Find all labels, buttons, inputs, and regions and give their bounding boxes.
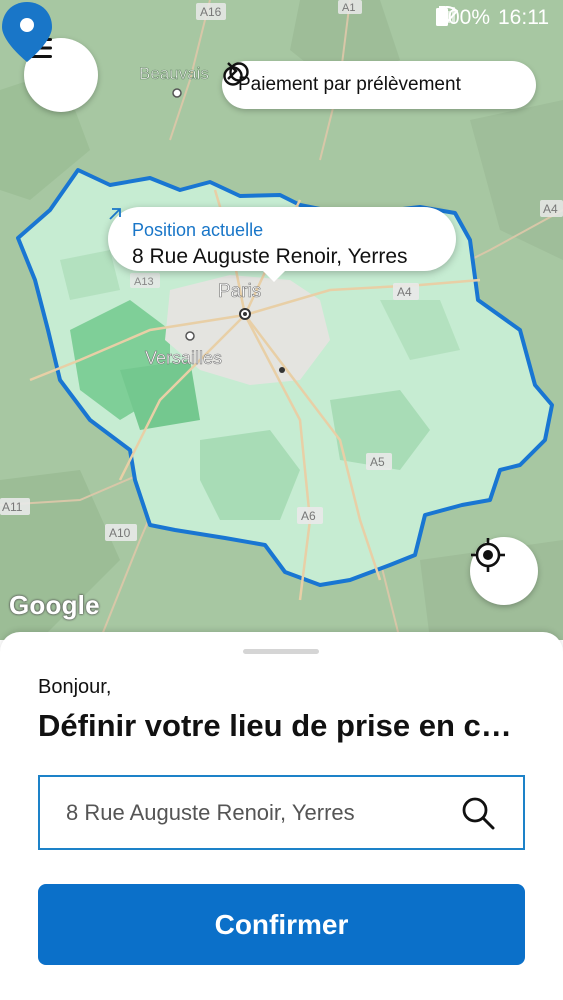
callout-tail <box>262 270 286 282</box>
page-title: Définir votre lieu de prise en charge <box>38 708 528 743</box>
city-label-beauvais: Beauvais <box>139 64 209 83</box>
road-shield-a6: A6 <box>297 507 323 524</box>
city-label-paris: Paris <box>218 281 261 302</box>
current-position-label: Position actuelle <box>109 208 456 241</box>
clock: 16:11 <box>498 6 549 29</box>
map-view[interactable]: Beauvais Paris Versailles A16 A1 A4 A4 A… <box>0 0 563 640</box>
svg-text:A4: A4 <box>543 202 558 216</box>
current-address: 8 Rue Auguste Renoir, Yerres <box>132 245 408 268</box>
status-bar: 100% 16:11 <box>0 0 563 38</box>
battery-icon <box>436 6 449 26</box>
sheet-drag-handle[interactable] <box>243 649 319 654</box>
address-search-field[interactable] <box>38 775 525 850</box>
svg-text:A10: A10 <box>109 526 131 540</box>
payment-method-button[interactable]: Paiement par prélèvement <box>222 61 536 109</box>
svg-text:A5: A5 <box>370 455 385 469</box>
svg-text:A11: A11 <box>2 500 23 514</box>
road-shield-a11: A11 <box>0 498 30 515</box>
city-label-versailles: Versailles <box>145 348 222 368</box>
search-icon[interactable] <box>461 796 495 830</box>
bottom-sheet: Bonjour, Définir votre lieu de prise en … <box>0 632 563 1000</box>
arrow-up-right-icon <box>109 208 121 220</box>
crosshair-icon <box>471 538 505 572</box>
location-pin-icon <box>2 2 52 62</box>
locate-me-button[interactable] <box>470 537 538 605</box>
current-position-callout[interactable]: Position actuelle 8 Rue Auguste Renoir, … <box>108 207 456 271</box>
svg-text:A6: A6 <box>301 509 316 523</box>
svg-text:A4: A4 <box>397 285 412 299</box>
svg-text:A13: A13 <box>134 276 154 288</box>
road-shield-a13: A13 <box>130 273 160 288</box>
road-shield-a5: A5 <box>366 453 392 470</box>
address-input[interactable] <box>64 798 461 827</box>
confirm-button[interactable]: Confirmer <box>38 884 525 965</box>
road-shield-a4: A4 <box>393 283 419 300</box>
chevron-right-icon <box>227 62 238 80</box>
payment-method-label: Paiement par prélèvement <box>238 74 461 95</box>
road-shield-a10: A10 <box>105 524 137 541</box>
greeting-text: Bonjour, <box>38 676 112 698</box>
google-logo: Google <box>9 590 100 620</box>
road-shield-a4-east: A4 <box>540 200 563 217</box>
